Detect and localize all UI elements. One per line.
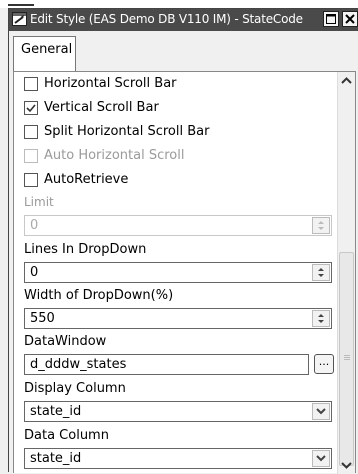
datawindow-label: DataWindow xyxy=(24,334,107,349)
top-line xyxy=(8,4,34,6)
scroll-down-button[interactable] xyxy=(338,456,355,474)
display-column-select[interactable]: state_id xyxy=(24,401,332,422)
maximize-icon xyxy=(324,12,338,26)
vertical-scroll-bar-checkbox[interactable] xyxy=(24,101,38,115)
close-icon xyxy=(343,12,357,26)
lines-in-dropdown-label: Lines In DropDown xyxy=(24,242,147,257)
vertical-scrollbar[interactable] xyxy=(337,72,355,474)
limit-field: 0 xyxy=(24,215,332,236)
horizontal-scroll-bar-checkbox[interactable] xyxy=(24,77,38,91)
spin-arrows-icon xyxy=(313,311,329,326)
autoretrieve-checkbox[interactable] xyxy=(24,173,38,187)
checkmark-icon xyxy=(25,102,37,114)
edit-style-window: Edit Style (EAS Demo DB V110 IM) - State… xyxy=(8,8,358,474)
limit-value: 0 xyxy=(30,218,39,233)
title-bar[interactable]: Edit Style (EAS Demo DB V110 IM) - State… xyxy=(9,9,358,31)
scroll-up-icon xyxy=(338,72,355,90)
tab-strip: General xyxy=(9,31,358,75)
datawindow-value: d_dddw_states xyxy=(30,357,127,372)
datawindow-field[interactable]: d_dddw_states xyxy=(24,354,309,375)
close-button[interactable] xyxy=(342,11,358,27)
split-horizontal-scroll-bar-option[interactable]: Split Horizontal Scroll Bar xyxy=(24,123,324,143)
scroll-down-icon xyxy=(338,456,355,474)
autoretrieve-label: AutoRetrieve xyxy=(44,172,129,187)
width-of-dropdown-value: 550 xyxy=(30,311,55,326)
limit-label: Limit xyxy=(24,195,54,209)
tab-general[interactable]: General xyxy=(13,36,76,75)
top-strip xyxy=(0,0,358,8)
scroll-thumb[interactable] xyxy=(339,252,354,466)
width-of-dropdown-field[interactable]: 550 xyxy=(24,308,332,329)
split-horizontal-scroll-bar-checkbox[interactable] xyxy=(24,125,38,139)
thumb-grip xyxy=(344,357,350,358)
datawindow-browse-button[interactable]: ... xyxy=(314,354,334,374)
horizontal-scroll-bar-label: Horizontal Scroll Bar xyxy=(44,76,177,91)
thumb-grip xyxy=(344,359,350,360)
general-panel: Horizontal Scroll Bar Vertical Scroll Ba… xyxy=(13,71,356,474)
spin-arrows-icon xyxy=(313,218,329,233)
display-column-dropdown-button[interactable] xyxy=(312,403,330,420)
vertical-scroll-bar-option[interactable]: Vertical Scroll Bar xyxy=(24,99,324,119)
data-column-value: state_id xyxy=(30,451,82,466)
window-title: Edit Style (EAS Demo DB V110 IM) - State… xyxy=(30,12,303,26)
dropdown-arrow-icon xyxy=(313,451,329,466)
lines-in-dropdown-value: 0 xyxy=(30,265,39,280)
auto-horizontal-scroll-checkbox xyxy=(24,149,38,163)
dropdown-arrow-icon xyxy=(313,404,329,419)
display-column-label: Display Column xyxy=(24,381,126,396)
properties-content: Horizontal Scroll Bar Vertical Scroll Ba… xyxy=(14,72,337,474)
lines-in-dropdown-spinner[interactable] xyxy=(312,264,330,281)
maximize-button[interactable] xyxy=(323,11,339,27)
scroll-up-button[interactable] xyxy=(338,72,355,90)
width-of-dropdown-label: Width of DropDown(%) xyxy=(24,288,174,303)
data-column-select[interactable]: state_id xyxy=(24,448,332,469)
limit-spinner xyxy=(312,217,330,234)
auto-horizontal-scroll-label: Auto Horizontal Scroll xyxy=(44,148,185,163)
lines-in-dropdown-field[interactable]: 0 xyxy=(24,262,332,283)
spin-arrows-icon xyxy=(313,265,329,280)
horizontal-scroll-bar-option[interactable]: Horizontal Scroll Bar xyxy=(24,75,324,95)
split-horizontal-scroll-bar-label: Split Horizontal Scroll Bar xyxy=(44,124,210,139)
display-column-value: state_id xyxy=(30,404,82,419)
width-of-dropdown-spinner[interactable] xyxy=(312,310,330,327)
vertical-scroll-bar-label: Vertical Scroll Bar xyxy=(44,100,159,115)
thumb-grip xyxy=(344,355,350,356)
autoretrieve-option[interactable]: AutoRetrieve xyxy=(24,171,324,191)
data-column-label: Data Column xyxy=(24,428,109,443)
window-icon xyxy=(12,12,27,26)
data-column-dropdown-button[interactable] xyxy=(312,450,330,467)
auto-horizontal-scroll-option: Auto Horizontal Scroll xyxy=(24,147,324,167)
